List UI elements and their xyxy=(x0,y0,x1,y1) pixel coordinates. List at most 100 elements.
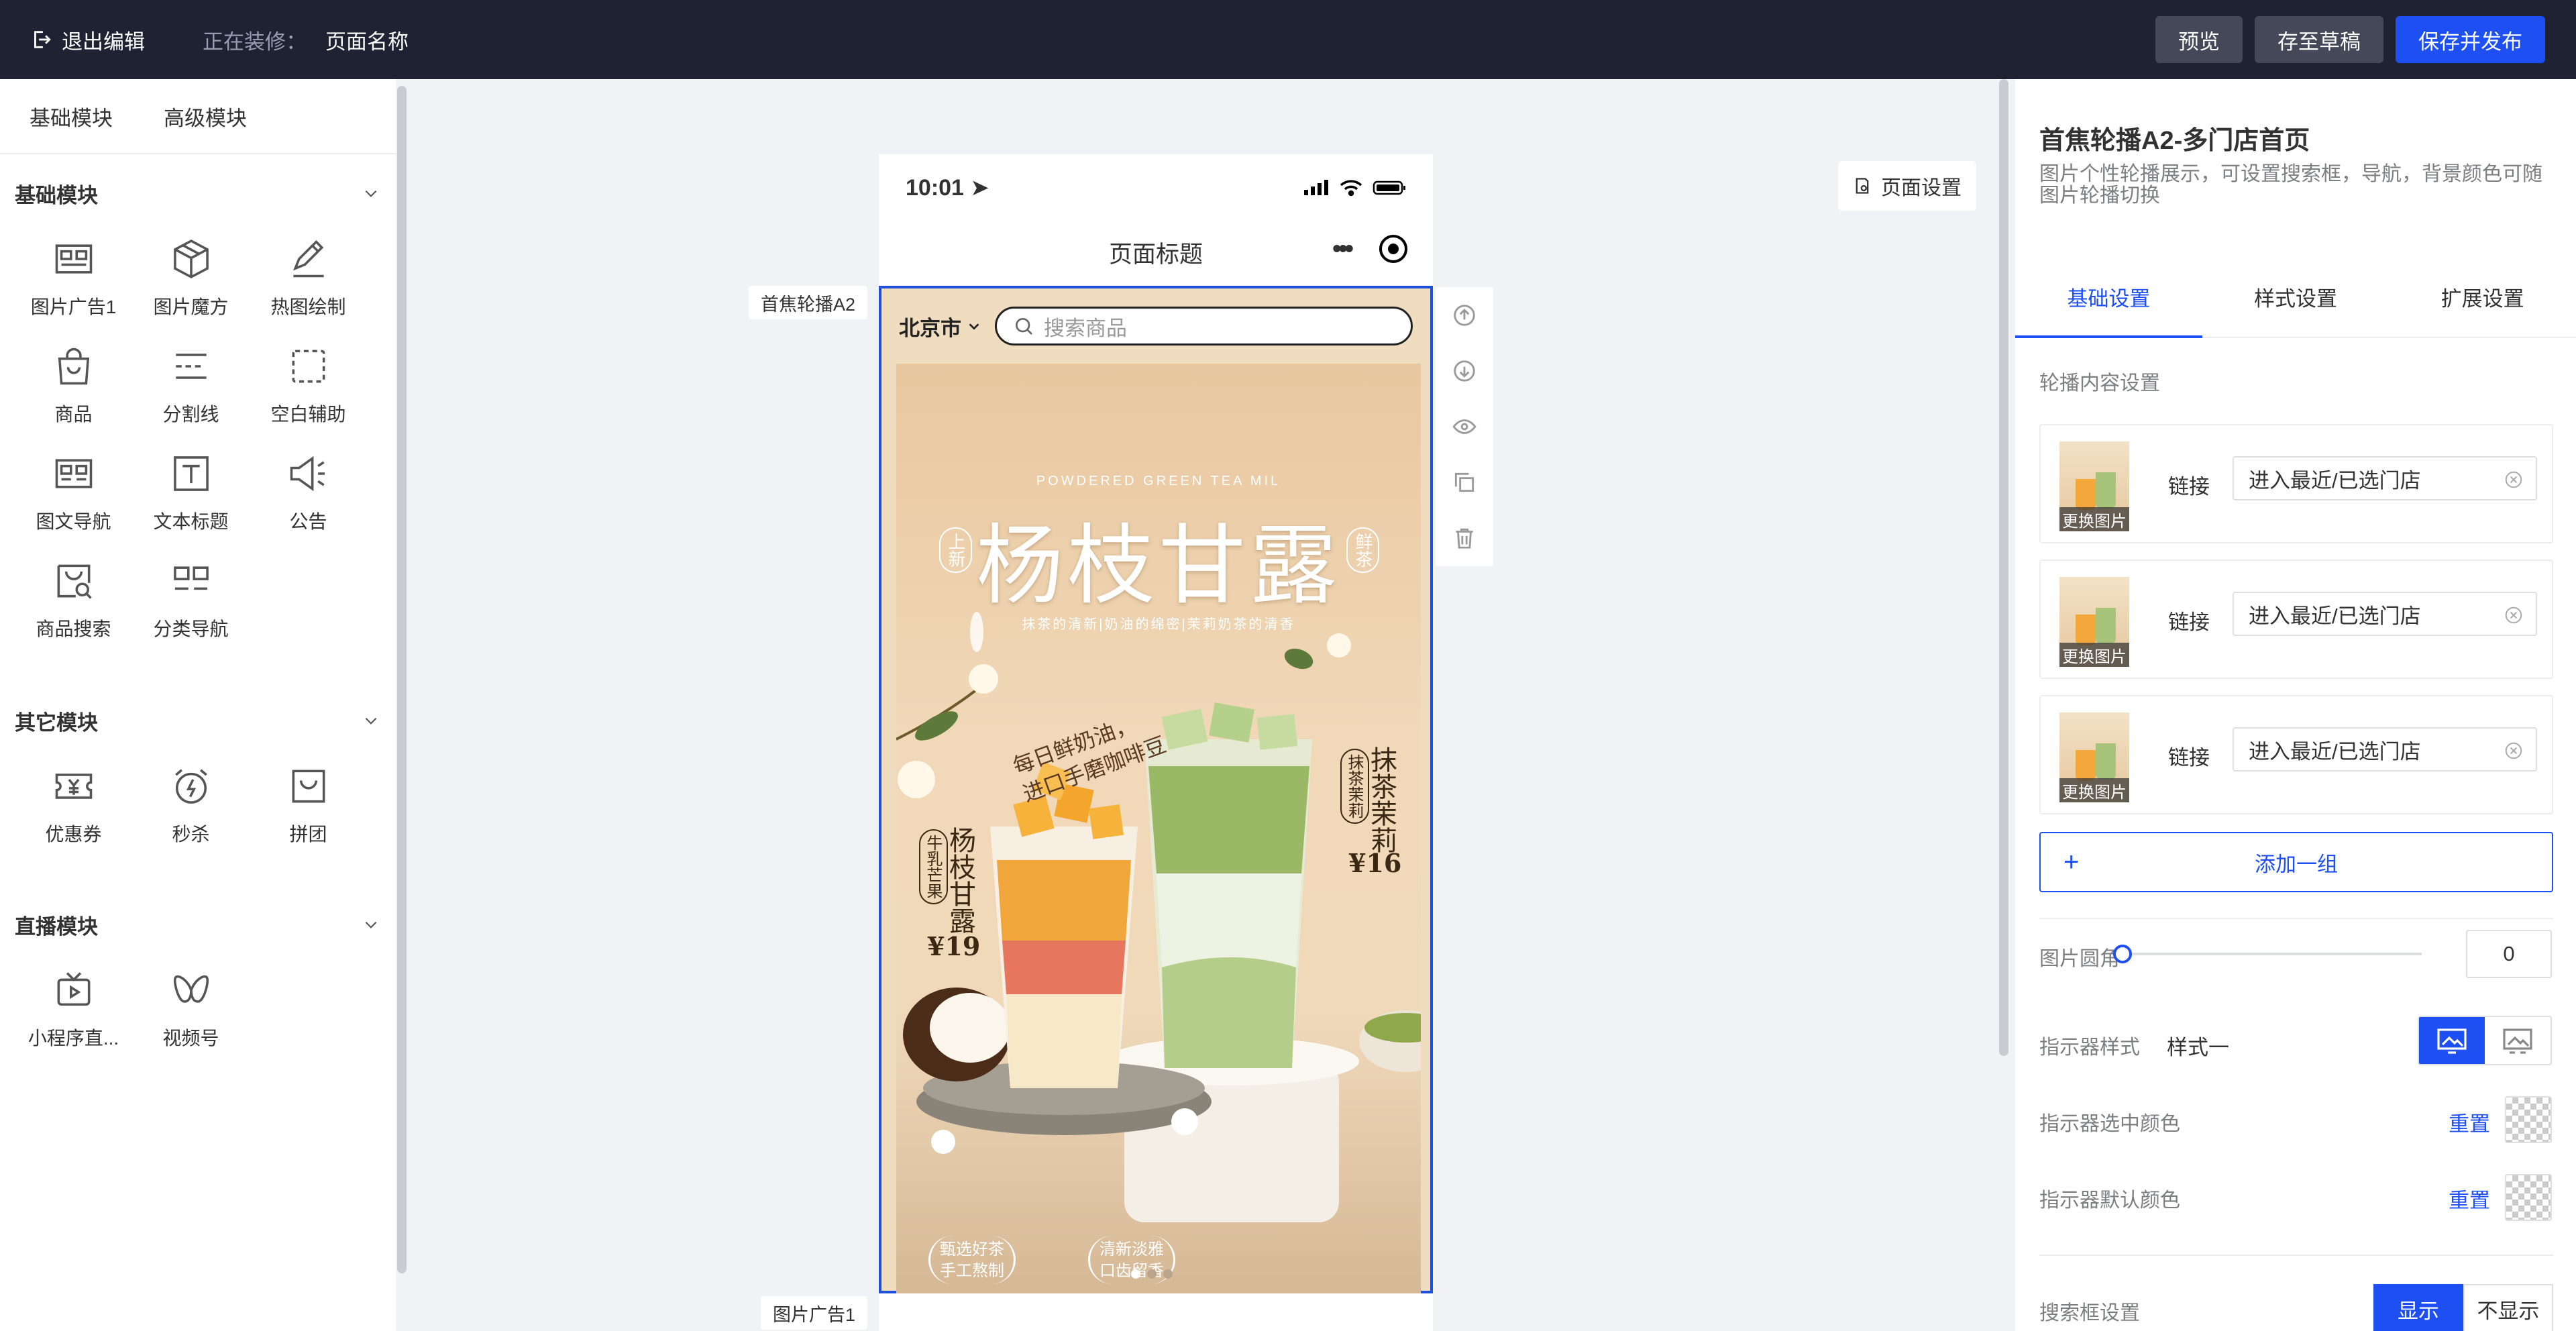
module-panel: 基础模块 高级模块 基础模块 图片广告1 图片魔方 热图绘制 商品 分割线 空白… xyxy=(0,79,396,1331)
basic-modules-grid: 图片广告1 图片魔方 热图绘制 商品 分割线 空白辅助 图文导航 文本标题 公告… xyxy=(0,236,396,641)
reset-default-color-button[interactable]: 重置 xyxy=(2449,1183,2490,1214)
next-component-preview[interactable] xyxy=(879,1296,1433,1331)
module-blank[interactable]: 空白辅助 xyxy=(250,343,367,427)
module-group-buy[interactable]: 拼团 xyxy=(250,763,367,847)
module-label: 热图绘制 xyxy=(270,297,346,317)
section-live-header[interactable]: 直播模块 xyxy=(0,904,396,945)
product-search-icon xyxy=(57,564,92,599)
link-input[interactable]: 进入最近/已选门店 xyxy=(2233,592,2537,636)
carousel-thumb: 更换图片 xyxy=(2059,577,2129,667)
module-label: 空白辅助 xyxy=(270,404,346,425)
trash-icon[interactable] xyxy=(1452,525,1477,551)
section-basic-header[interactable]: 基础模块 xyxy=(0,173,396,213)
poster-title: 杨枝甘露 xyxy=(975,515,1341,617)
change-image-button[interactable]: 更换图片 xyxy=(2059,507,2129,531)
link-label: 链接 xyxy=(2168,475,2210,498)
indicator-selected-color-label: 指示器选中颜色 xyxy=(2039,1113,2180,1135)
link-input[interactable]: 进入最近/已选门店 xyxy=(2233,456,2537,500)
canvas-scrollbar[interactable] xyxy=(1999,79,2008,1056)
save-draft-button[interactable]: 存至草稿 xyxy=(2255,16,2383,63)
radius-slider-track[interactable] xyxy=(2120,953,2422,955)
tab-basic-modules[interactable]: 基础模块 xyxy=(30,101,113,131)
module-image-cube[interactable]: 图片魔方 xyxy=(132,236,250,319)
carousel-dot[interactable] xyxy=(1163,1269,1173,1279)
module-product[interactable]: 商品 xyxy=(15,343,132,427)
module-notice[interactable]: 公告 xyxy=(250,451,367,534)
link-input[interactable]: 进入最近/已选门店 xyxy=(2233,727,2537,771)
indicator-style-2-button[interactable] xyxy=(2485,1017,2551,1064)
module-hotmap[interactable]: 热图绘制 xyxy=(250,236,367,319)
focus-carousel-component[interactable]: 北京市 搜索商品 POWDERED GREEN TEA MIL 上新 杨枝甘露 … xyxy=(879,286,1433,1293)
indicator-style-toggle xyxy=(2418,1016,2552,1065)
tab-basic-settings[interactable]: 基础设置 xyxy=(2015,256,2202,338)
module-mini-live[interactable]: 小程序直... xyxy=(15,967,132,1051)
clear-icon[interactable] xyxy=(2504,605,2524,625)
link-label: 链接 xyxy=(2168,610,2210,634)
image-bar-icon xyxy=(2503,1028,2532,1054)
chevron-down-icon xyxy=(365,921,377,928)
selected-color-swatch[interactable] xyxy=(2505,1096,2552,1143)
tab-extend-settings[interactable]: 扩展设置 xyxy=(2389,256,2576,337)
module-category-nav[interactable]: 分类导航 xyxy=(132,558,250,641)
search-input[interactable]: 搜索商品 xyxy=(995,307,1413,345)
add-group-button[interactable]: + 添加一组 xyxy=(2039,832,2553,892)
carousel-dot-active[interactable] xyxy=(1131,1269,1140,1279)
module-label: 优惠券 xyxy=(45,824,102,845)
divider xyxy=(2039,1255,2553,1256)
copy-icon[interactable] xyxy=(1452,470,1477,495)
close-target-icon[interactable] xyxy=(1378,233,1409,264)
category-icon xyxy=(173,566,209,590)
module-image-nav[interactable]: 图文导航 xyxy=(15,451,132,534)
indicator-style-1-button[interactable] xyxy=(2419,1017,2485,1064)
module-product-search[interactable]: 商品搜索 xyxy=(15,558,132,641)
carousel-content-label: 轮播内容设置 xyxy=(2039,372,2160,394)
page-settings-button[interactable]: 页面设置 xyxy=(1838,161,1976,211)
move-up-icon[interactable] xyxy=(1452,303,1477,328)
more-icon[interactable]: ••• xyxy=(1332,235,1354,264)
image-ad-icon xyxy=(55,244,92,274)
hide-search-button[interactable]: 不显示 xyxy=(2463,1284,2553,1331)
search-box-toggle: 显示 不显示 xyxy=(2373,1284,2553,1331)
reset-selected-color-button[interactable]: 重置 xyxy=(2449,1107,2490,1137)
default-color-swatch[interactable] xyxy=(2505,1174,2552,1221)
clear-icon[interactable] xyxy=(2504,470,2524,490)
pen-icon xyxy=(292,239,324,278)
component-label-banner[interactable]: 首焦轮播A2 xyxy=(749,286,868,319)
save-publish-button[interactable]: 保存并发布 xyxy=(2396,16,2545,63)
editing-label: 正在装修： xyxy=(203,30,307,54)
left-scrollbar[interactable] xyxy=(397,86,407,1273)
link-value: 进入最近/已选门店 xyxy=(2249,739,2421,763)
carousel-dot[interactable] xyxy=(1147,1269,1157,1279)
page-name: 页面名称 xyxy=(325,30,409,54)
module-tabs: 基础模块 高级模块 xyxy=(0,79,396,154)
module-seckill[interactable]: 秒杀 xyxy=(132,763,250,847)
module-channels[interactable]: 视频号 xyxy=(132,967,250,1051)
module-divider[interactable]: 分割线 xyxy=(132,343,250,427)
section-other-header[interactable]: 其它模块 xyxy=(0,700,396,741)
cube-icon xyxy=(173,239,209,278)
change-image-button[interactable]: 更换图片 xyxy=(2059,643,2129,667)
module-coupon[interactable]: 优惠券 xyxy=(15,763,132,847)
badge-line: 甄选好茶 xyxy=(940,1240,1004,1259)
tab-style-settings[interactable]: 样式设置 xyxy=(2202,256,2390,337)
city-selector[interactable]: 北京市 xyxy=(899,311,981,341)
link-value: 进入最近/已选门店 xyxy=(2249,468,2421,492)
alarm-icon xyxy=(174,769,207,804)
editor-canvas: 首焦轮播A2 图片广告1 页面设置 10:01 ➤ 页面标题 ••• 北京市 搜… xyxy=(407,79,2000,1331)
module-text-title[interactable]: 文本标题 xyxy=(132,451,250,534)
module-label: 小程序直... xyxy=(28,1028,119,1049)
move-down-icon[interactable] xyxy=(1452,358,1477,384)
carousel-image[interactable]: POWDERED GREEN TEA MIL 上新 杨枝甘露 鲜茶 抹茶的清新|… xyxy=(896,364,1421,1293)
tab-advanced-modules[interactable]: 高级模块 xyxy=(164,101,247,131)
radius-input[interactable]: 0 xyxy=(2466,930,2552,978)
eye-icon[interactable] xyxy=(1452,414,1477,439)
show-search-button[interactable]: 显示 xyxy=(2373,1284,2463,1331)
module-image-ad[interactable]: 图片广告1 xyxy=(15,236,132,319)
change-image-button[interactable]: 更换图片 xyxy=(2059,778,2129,802)
signal-icon xyxy=(1304,180,1328,195)
preview-button[interactable]: 预览 xyxy=(2155,16,2243,63)
component-label-image-ad[interactable]: 图片广告1 xyxy=(761,1296,868,1330)
exit-edit-button[interactable]: 退出编辑 xyxy=(30,25,145,55)
radius-slider-handle[interactable] xyxy=(2113,945,2132,963)
clear-icon[interactable] xyxy=(2504,741,2524,761)
